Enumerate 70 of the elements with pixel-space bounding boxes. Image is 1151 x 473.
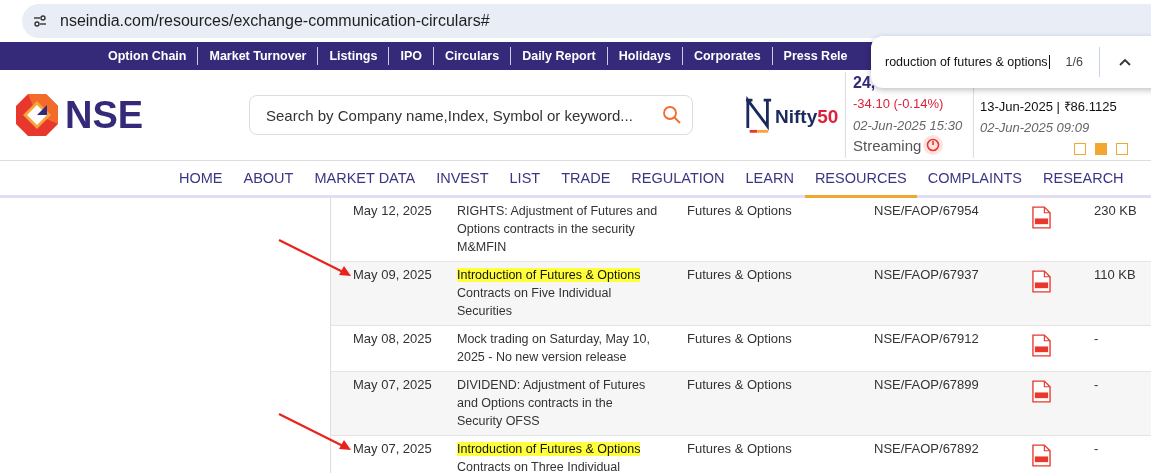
size-cell-text: 230 KB — [1094, 202, 1138, 220]
nav-tab[interactable]: REGULATION — [621, 161, 735, 198]
date-cell-text: May 08, 2025 — [352, 330, 433, 348]
top-link[interactable]: Press Rele — [772, 49, 859, 63]
size-cell-text: - — [1094, 376, 1100, 394]
department-cell-text: Futures & Options — [687, 202, 793, 220]
nav-tab[interactable]: HOME — [169, 161, 233, 198]
index-value: 24, — [853, 74, 877, 92]
subject-link[interactable]: Introduction of Futures & Options Contracts on Five Individual Securities — [457, 266, 687, 320]
search-icon[interactable] — [662, 105, 682, 125]
circular-number-cell-text: NSE/FAOP/67954 — [874, 202, 980, 220]
circular-number-cell-text: NSE/FAOP/67937 — [874, 266, 980, 284]
search-field[interactable]: Search by Company name,Index, Symbol or keyword... — [264, 105, 654, 125]
size-cell-text: 110 KB — [1094, 266, 1137, 284]
site-info-icon[interactable] — [32, 13, 48, 29]
pdf-icon[interactable] — [1032, 270, 1051, 293]
timer-icon[interactable] — [923, 135, 944, 155]
department-cell-text: Futures & Options — [687, 376, 793, 394]
pdf-icon[interactable] — [1032, 444, 1051, 467]
nav-tab[interactable]: TRADE — [551, 161, 621, 198]
pdf-icon[interactable] — [1032, 334, 1051, 357]
circular-number-cell-text: NSE/FAOP/67892 — [874, 440, 980, 458]
index-change: -34.10 (-0.14%) — [853, 96, 945, 111]
nav-tab[interactable]: ABOUT — [233, 161, 304, 198]
circular-number-cell-text: NSE/FAOP/67899 — [874, 376, 980, 394]
top-link[interactable]: Holidays — [607, 49, 682, 63]
top-link[interactable]: Corporates — [682, 49, 772, 63]
date-cell-text: May 12, 2025 — [352, 202, 433, 220]
top-link[interactable]: Circulars — [433, 49, 511, 63]
logo-text: NSE — [65, 93, 144, 137]
size-cell-text: - — [1094, 440, 1100, 458]
nifty-logo-icon — [745, 96, 773, 134]
size-cell-text: - — [1094, 330, 1100, 348]
department-cell-text: Futures & Options — [687, 440, 793, 458]
currency-rate: 13-Jun-2025 | ₹86.1125 — [980, 98, 1118, 115]
subject-link[interactable]: DIVIDEND: Adjustment of Futures and Options contracts in the Security OFSS — [457, 376, 687, 430]
nifty-logo-text: Nifty50 — [775, 106, 839, 129]
nav-tab[interactable]: RESOURCES — [804, 161, 917, 198]
top-link[interactable]: IPO — [389, 49, 433, 63]
top-link[interactable]: Option Chain — [108, 49, 198, 63]
pdf-icon[interactable] — [1032, 206, 1051, 229]
subject-link[interactable]: Introduction of Futures & Options Contracts on Three Individual — [457, 440, 687, 473]
date-cell-text: May 07, 2025 — [352, 440, 433, 458]
circular-number-cell-text: NSE/FAOP/67912 — [874, 330, 980, 348]
nav-tab[interactable]: INVEST — [426, 161, 499, 198]
nav-tab[interactable]: LEARN — [735, 161, 804, 198]
chevron-up-icon[interactable] — [1118, 57, 1132, 67]
date-cell-text: May 07, 2025 — [352, 376, 433, 394]
pdf-icon[interactable] — [1032, 380, 1051, 403]
nav-tab[interactable]: MARKET DATA — [304, 161, 426, 198]
nav-tab[interactable]: RESEARCH — [1033, 161, 1134, 198]
search-box[interactable]: Search by Company name,Index, Symbol or keyword... — [249, 95, 693, 135]
top-link[interactable]: Market Turnover — [198, 49, 318, 63]
subject-link[interactable]: RIGHTS: Adjustment of Futures and Options contracts in the security M&MFIN — [457, 202, 687, 256]
top-link[interactable]: Daily Report — [511, 49, 607, 63]
subject-link[interactable]: Mock trading on Saturday, May 10, 2025 - No new version release — [457, 330, 687, 366]
nse-logo-icon — [15, 93, 59, 137]
index-time: 02-Jun-2025 15:30 — [853, 118, 964, 133]
address-bar[interactable]: nseindia.com/resources/exchange-communication-circulars# — [22, 4, 1151, 38]
top-link[interactable]: Listings — [318, 49, 389, 63]
find-field[interactable]: roduction of futures & options — [885, 55, 1050, 69]
department-cell-text: Futures & Options — [687, 266, 793, 284]
currency-time: 02-Jun-2025 09:09 — [980, 120, 1091, 135]
streaming-label: Streaming — [853, 136, 922, 154]
url-text: nseindia.com/resources/exchange-communication-circulars# — [60, 12, 490, 30]
match-count: 1/6 — [1065, 55, 1083, 69]
nav-tab[interactable]: LIST — [499, 161, 551, 198]
date-cell-text: May 09, 2025 — [352, 266, 433, 284]
department-cell-text: Futures & Options — [687, 330, 793, 348]
nav-tab[interactable]: COMPLAINTS — [917, 161, 1032, 198]
